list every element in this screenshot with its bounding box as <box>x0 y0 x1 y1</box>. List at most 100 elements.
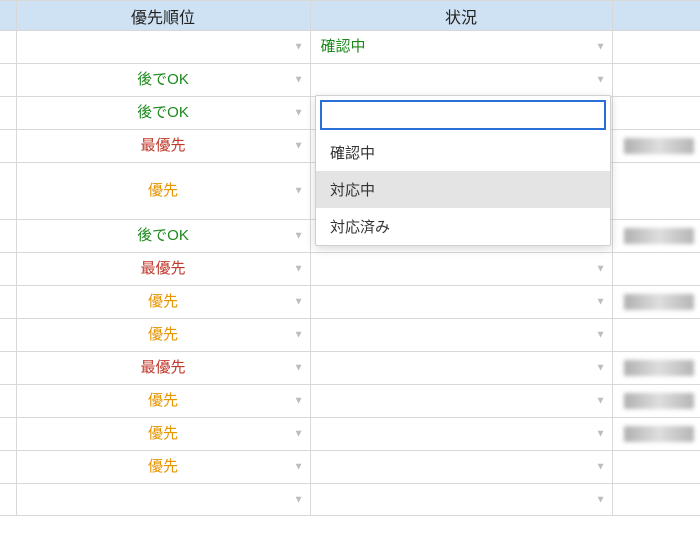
table-row: 優先▼ ▼ <box>0 319 700 352</box>
row-stub-right <box>612 385 700 418</box>
priority-cell[interactable]: 後でOK▼ <box>16 220 310 253</box>
table-row: 後でOK▼ ▼ <box>0 64 700 97</box>
priority-cell[interactable]: 後でOK▼ <box>16 97 310 130</box>
status-value: 確認中 <box>311 31 612 63</box>
dropdown-option[interactable]: 確認中 <box>316 134 610 171</box>
row-stub-left <box>0 130 16 163</box>
row-stub-left <box>0 31 16 64</box>
row-stub-right <box>612 64 700 97</box>
row-stub-left <box>0 64 16 97</box>
priority-cell[interactable]: 最優先▼ <box>16 253 310 286</box>
row-stub-right <box>612 31 700 64</box>
row-stub-left <box>0 286 16 319</box>
row-stub-right <box>612 352 700 385</box>
priority-cell[interactable]: 最優先▼ <box>16 352 310 385</box>
row-stub-left <box>0 220 16 253</box>
header-right-stub <box>612 1 700 31</box>
priority-cell[interactable]: ▼ <box>16 31 310 64</box>
dropdown-option[interactable]: 対応中 <box>316 171 610 208</box>
row-stub-left <box>0 484 16 516</box>
priority-cell[interactable]: 優先▼ <box>16 286 310 319</box>
dropdown-arrow-icon[interactable]: ▼ <box>596 429 606 440</box>
row-stub-left <box>0 385 16 418</box>
redacted-content <box>624 426 694 442</box>
status-cell[interactable]: 確認中▼ <box>310 31 612 64</box>
priority-value: 優先 <box>17 385 310 417</box>
status-cell[interactable]: ▼ <box>310 484 612 516</box>
row-stub-right <box>612 253 700 286</box>
status-cell[interactable]: ▼ <box>310 418 612 451</box>
priority-value: 最優先 <box>17 253 310 285</box>
priority-cell[interactable]: 優先▼ <box>16 418 310 451</box>
priority-cell[interactable]: 後でOK▼ <box>16 64 310 97</box>
status-cell[interactable]: ▼ <box>310 385 612 418</box>
header-priority[interactable]: 優先順位 <box>16 1 310 31</box>
validation-dropdown: 確認中対応中対応済み <box>315 95 611 246</box>
priority-value: 優先 <box>17 451 310 483</box>
row-stub-right <box>612 319 700 352</box>
table-row: 優先▼ ▼ <box>0 286 700 319</box>
priority-value: 最優先 <box>17 130 310 162</box>
table-row: 最優先▼ ▼ <box>0 253 700 286</box>
dropdown-arrow-icon[interactable]: ▼ <box>294 42 304 53</box>
dropdown-arrow-icon[interactable]: ▼ <box>596 330 606 341</box>
table-row: ▼▼ <box>0 484 700 516</box>
dropdown-arrow-icon[interactable]: ▼ <box>596 396 606 407</box>
priority-value: 後でOK <box>17 97 310 129</box>
status-cell[interactable]: ▼ <box>310 64 612 97</box>
status-cell[interactable]: ▼ <box>310 286 612 319</box>
priority-cell[interactable]: 優先▼ <box>16 163 310 220</box>
dropdown-options-list: 確認中対応中対応済み <box>316 134 610 245</box>
status-cell[interactable]: ▼ <box>310 352 612 385</box>
dropdown-arrow-icon[interactable]: ▼ <box>596 462 606 473</box>
redacted-content <box>624 138 694 154</box>
status-cell[interactable]: ▼ <box>310 319 612 352</box>
status-cell[interactable]: ▼ <box>310 451 612 484</box>
table-row: 優先▼ ▼ <box>0 418 700 451</box>
priority-cell[interactable]: 優先▼ <box>16 385 310 418</box>
dropdown-arrow-icon[interactable]: ▼ <box>596 264 606 275</box>
row-stub-right <box>612 286 700 319</box>
row-stub-left <box>0 97 16 130</box>
row-stub-left <box>0 451 16 484</box>
dropdown-option[interactable]: 対応済み <box>316 208 610 245</box>
dropdown-filter-input[interactable] <box>320 100 606 130</box>
table-row: 優先▼ ▼ <box>0 385 700 418</box>
row-stub-left <box>0 163 16 220</box>
priority-value: 後でOK <box>17 220 310 252</box>
row-stub-right <box>612 163 700 220</box>
redacted-content <box>624 393 694 409</box>
header-left-stub <box>0 1 16 31</box>
dropdown-arrow-icon[interactable]: ▼ <box>596 494 606 505</box>
priority-cell[interactable]: 最優先▼ <box>16 130 310 163</box>
priority-cell[interactable]: 優先▼ <box>16 451 310 484</box>
row-stub-left <box>0 352 16 385</box>
redacted-content <box>624 228 694 244</box>
redacted-content <box>624 360 694 376</box>
priority-value: 優先 <box>17 418 310 450</box>
table-row: 最優先▼ ▼ <box>0 352 700 385</box>
row-stub-left <box>0 418 16 451</box>
header-row: 優先順位 状況 <box>0 1 700 31</box>
dropdown-arrow-icon[interactable]: ▼ <box>596 363 606 374</box>
redacted-content <box>624 294 694 310</box>
status-cell[interactable]: ▼ <box>310 253 612 286</box>
dropdown-arrow-icon[interactable]: ▼ <box>596 75 606 86</box>
priority-cell[interactable]: ▼ <box>16 484 310 516</box>
dropdown-arrow-icon[interactable]: ▼ <box>596 297 606 308</box>
row-stub-left <box>0 253 16 286</box>
priority-value: 優先 <box>17 286 310 318</box>
row-stub-right <box>612 97 700 130</box>
priority-value: 優先 <box>17 319 310 351</box>
table-row: 優先▼ ▼ <box>0 451 700 484</box>
header-status[interactable]: 状況 <box>310 1 612 31</box>
row-stub-right <box>612 484 700 516</box>
row-stub-left <box>0 319 16 352</box>
dropdown-arrow-icon[interactable]: ▼ <box>294 494 304 505</box>
priority-value: 後でOK <box>17 64 310 96</box>
row-stub-right <box>612 418 700 451</box>
priority-value: 最優先 <box>17 352 310 384</box>
row-stub-right <box>612 220 700 253</box>
table-row: ▼ 確認中▼ <box>0 31 700 64</box>
priority-cell[interactable]: 優先▼ <box>16 319 310 352</box>
